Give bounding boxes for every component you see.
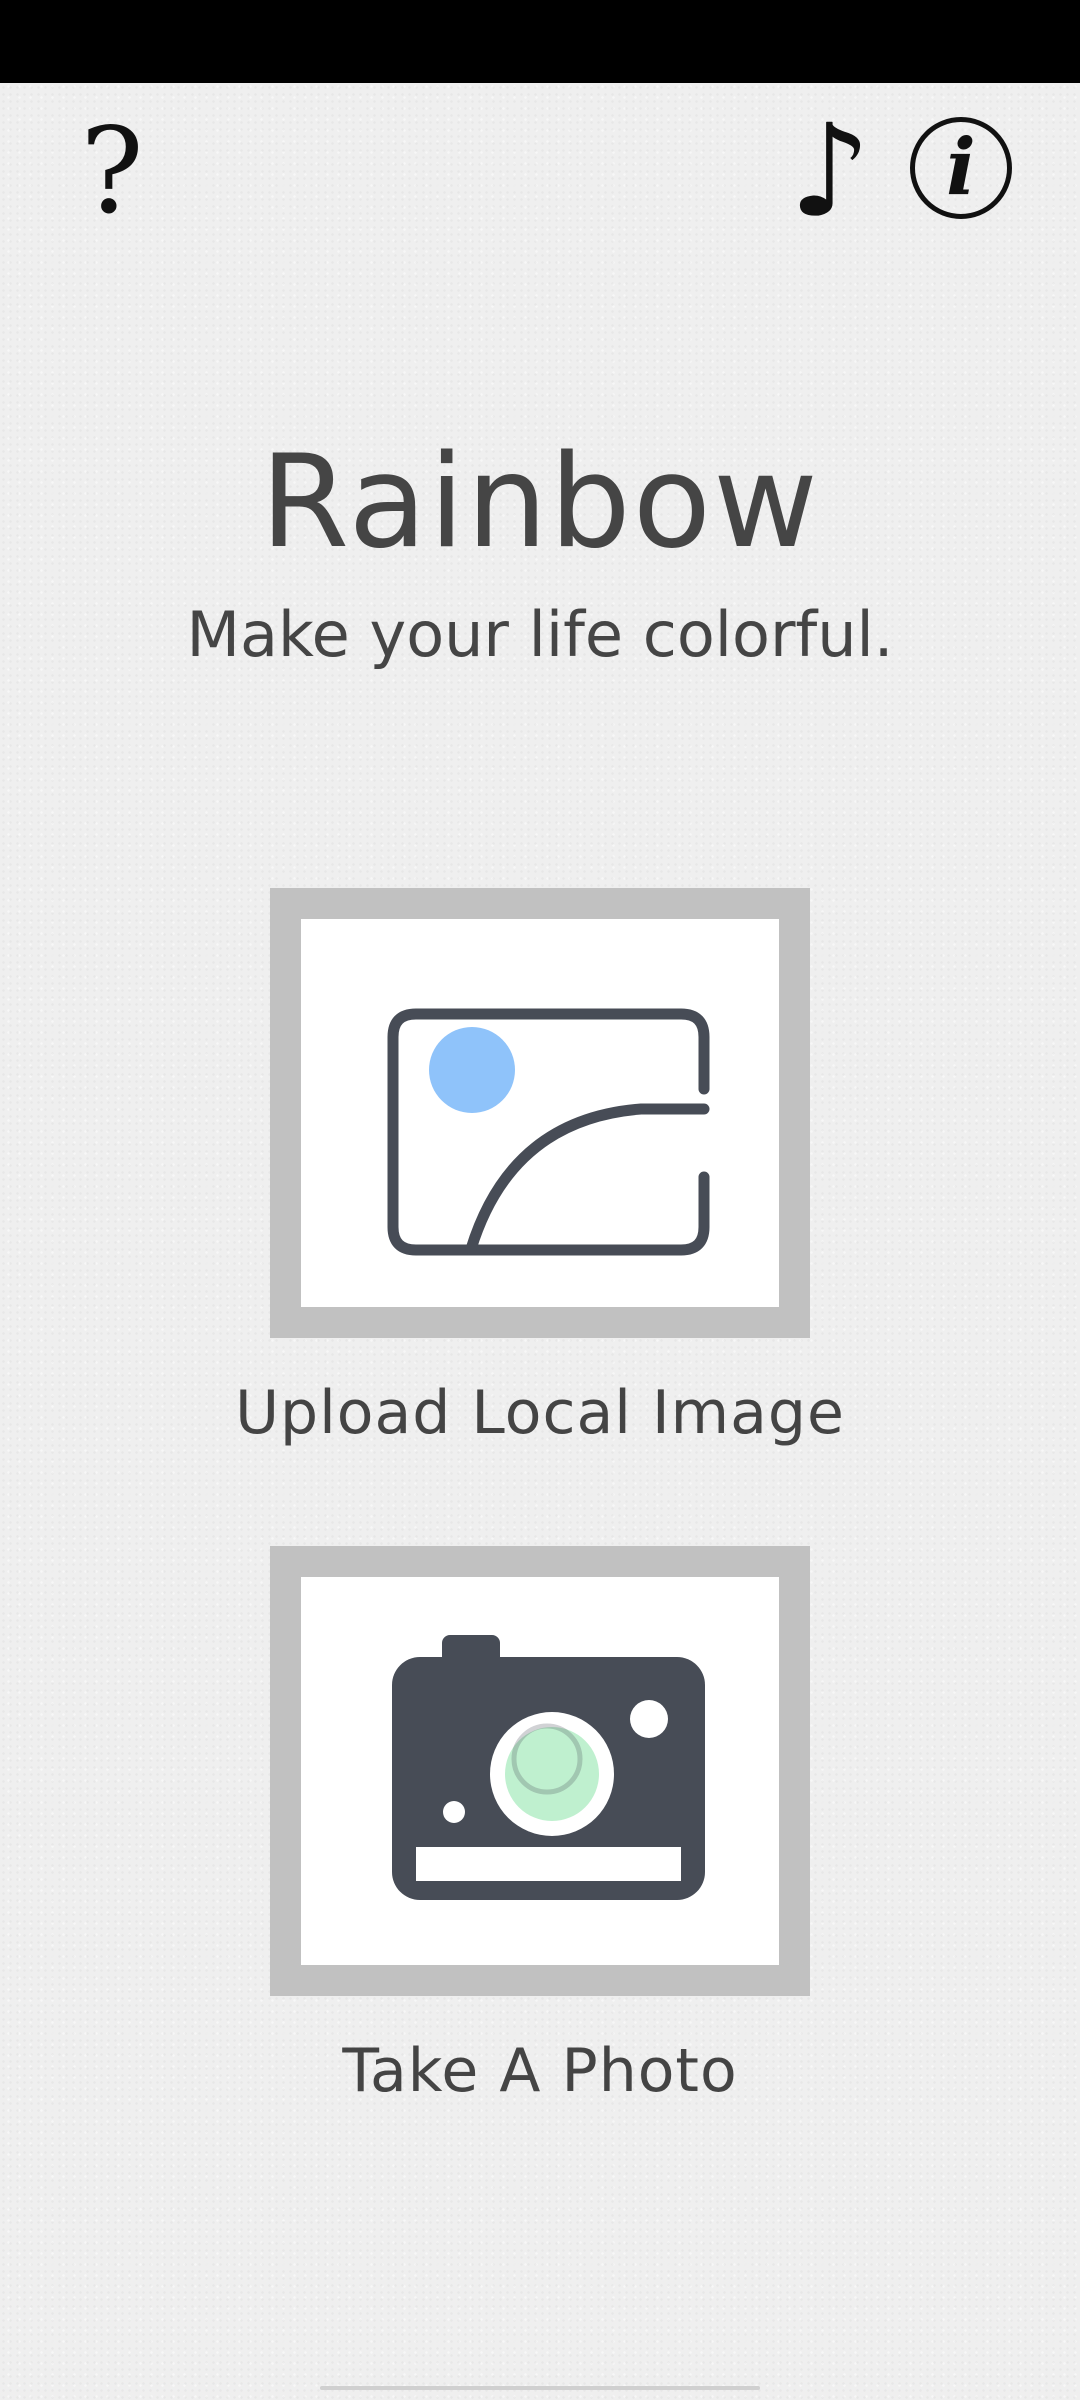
upload-tile-inner bbox=[301, 919, 779, 1307]
app-subtitle: Make your life colorful. bbox=[186, 598, 894, 671]
take-photo-button[interactable] bbox=[270, 1546, 810, 1996]
camera-icon bbox=[392, 1635, 705, 1900]
home-indicator bbox=[320, 2386, 760, 2390]
info-icon[interactable]: i bbox=[910, 117, 1012, 219]
upload-image-label[interactable]: Upload Local Image bbox=[0, 1378, 1080, 1448]
help-icon[interactable]: ? bbox=[72, 112, 152, 232]
camera-tile-inner bbox=[301, 1577, 779, 1965]
music-icon[interactable]: ♪ bbox=[780, 108, 880, 238]
status-bar bbox=[0, 0, 1080, 83]
upload-image-button[interactable] bbox=[270, 888, 810, 1338]
image-icon bbox=[387, 1008, 710, 1256]
take-photo-label[interactable]: Take A Photo bbox=[0, 2036, 1080, 2106]
app-title: Rainbow bbox=[260, 428, 820, 577]
